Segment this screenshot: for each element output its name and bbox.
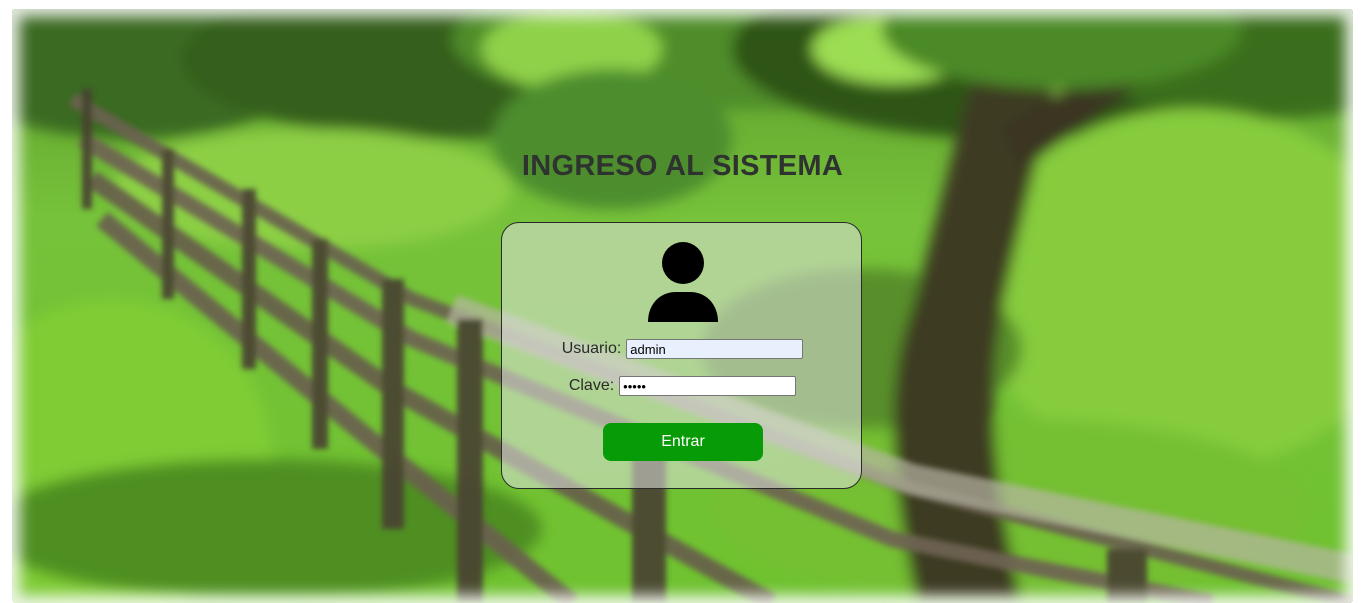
password-label: Clave: bbox=[568, 377, 615, 394]
username-label: Usuario: bbox=[561, 340, 622, 357]
password-input[interactable] bbox=[619, 376, 797, 396]
user-icon bbox=[648, 242, 718, 322]
page-title: INGRESO AL SISTEMA bbox=[521, 150, 844, 182]
username-row: Usuario: bbox=[502, 339, 863, 359]
username-input[interactable] bbox=[626, 339, 804, 359]
password-row: Clave: bbox=[502, 376, 863, 396]
login-button[interactable]: Entrar bbox=[603, 423, 763, 461]
login-card: Usuario: Clave: Entrar bbox=[501, 222, 862, 489]
